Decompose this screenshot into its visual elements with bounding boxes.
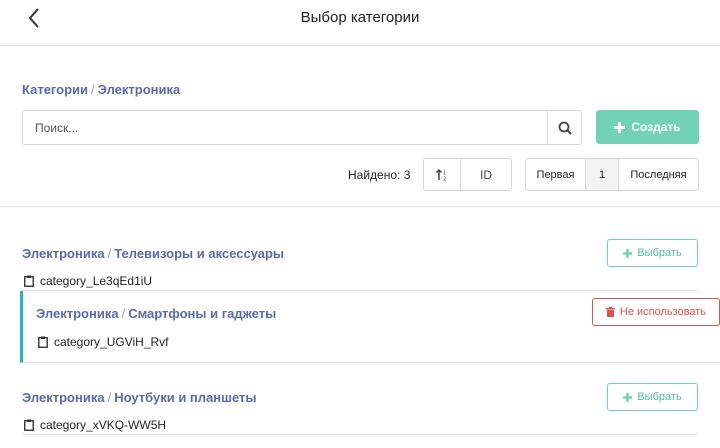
list-item: Электроника / Смартфоны и гаджеты category… [20,291,720,363]
sort-controls: 12 ID [423,158,512,191]
unuse-button-label: Не использовать [619,306,707,318]
sort-by-id-button[interactable]: ID [461,159,511,190]
category-id-text: category_UGViH_Rvf [54,335,169,349]
page-first-button[interactable]: Первая [526,159,586,190]
category-path[interactable]: Электроника / Ноутбуки и планшеты [22,390,256,405]
path-separator: / [121,306,126,321]
breadcrumb-root[interactable]: Категории [22,82,88,97]
path-separator: / [107,246,112,261]
sort-icon: 12 [435,168,446,182]
breadcrumb-separator: / [91,82,95,97]
plus-icon [623,392,633,402]
category-path[interactable]: Электроника / Смартфоны и гаджеты [36,306,276,321]
category-name: Смартфоны и гаджеты [128,306,277,321]
divider [0,206,720,207]
search-icon [558,121,572,135]
plus-icon [623,248,633,258]
list-item: Электроника / Ноутбуки и планшеты category… [22,363,698,435]
unuse-button[interactable]: Не использовать [592,298,720,326]
select-button-label: Выбрать [637,247,682,259]
select-button-label: Выбрать [637,391,682,403]
clipboard-icon [24,419,34,431]
category-parent: Электроника [22,390,105,405]
select-button[interactable]: Выбрать [607,239,698,267]
svg-text:2: 2 [443,176,446,182]
create-button[interactable]: Создать [596,110,699,144]
category-id-text: category_xVKQ-WW5H [40,418,167,432]
results-count: Найдено: 3 [348,168,411,182]
select-button[interactable]: Выбрать [607,383,698,411]
search-box [22,110,582,145]
category-id: category_UGViH_Rvf [38,335,169,349]
category-parent: Электроника [36,306,119,321]
pagination: Первая 1 Последняя [525,158,699,191]
plus-icon [614,121,626,133]
category-path[interactable]: Электроника / Телевизоры и аксессуары [22,246,284,261]
sort-order-button[interactable]: 12 [424,159,461,190]
category-id: category_Le3qEd1iU [24,274,152,288]
breadcrumb: Категории / Электроника [22,82,180,97]
clipboard-icon [38,336,48,348]
search-input[interactable] [23,111,548,144]
trash-icon [605,307,615,317]
list-item: Электроника / Телевизоры и аксессуары cate… [22,219,698,291]
category-parent: Электроника [22,246,105,261]
page-title: Выбор категории [300,9,420,26]
clipboard-icon [24,275,34,287]
category-id: category_xVKQ-WW5H [24,418,166,432]
top-bar: Выбор категории [0,0,720,46]
create-button-label: Создать [631,120,681,134]
category-name: Ноутбуки и планшеты [114,390,257,405]
category-id-text: category_Le3qEd1iU [40,274,153,288]
breadcrumb-current[interactable]: Электроника [98,82,181,97]
page-last-button[interactable]: Последняя [619,159,698,190]
search-button[interactable] [547,111,581,144]
category-name: Телевизоры и аксессуары [114,246,285,261]
page-current-button[interactable]: 1 [586,159,619,190]
path-separator: / [107,390,112,405]
